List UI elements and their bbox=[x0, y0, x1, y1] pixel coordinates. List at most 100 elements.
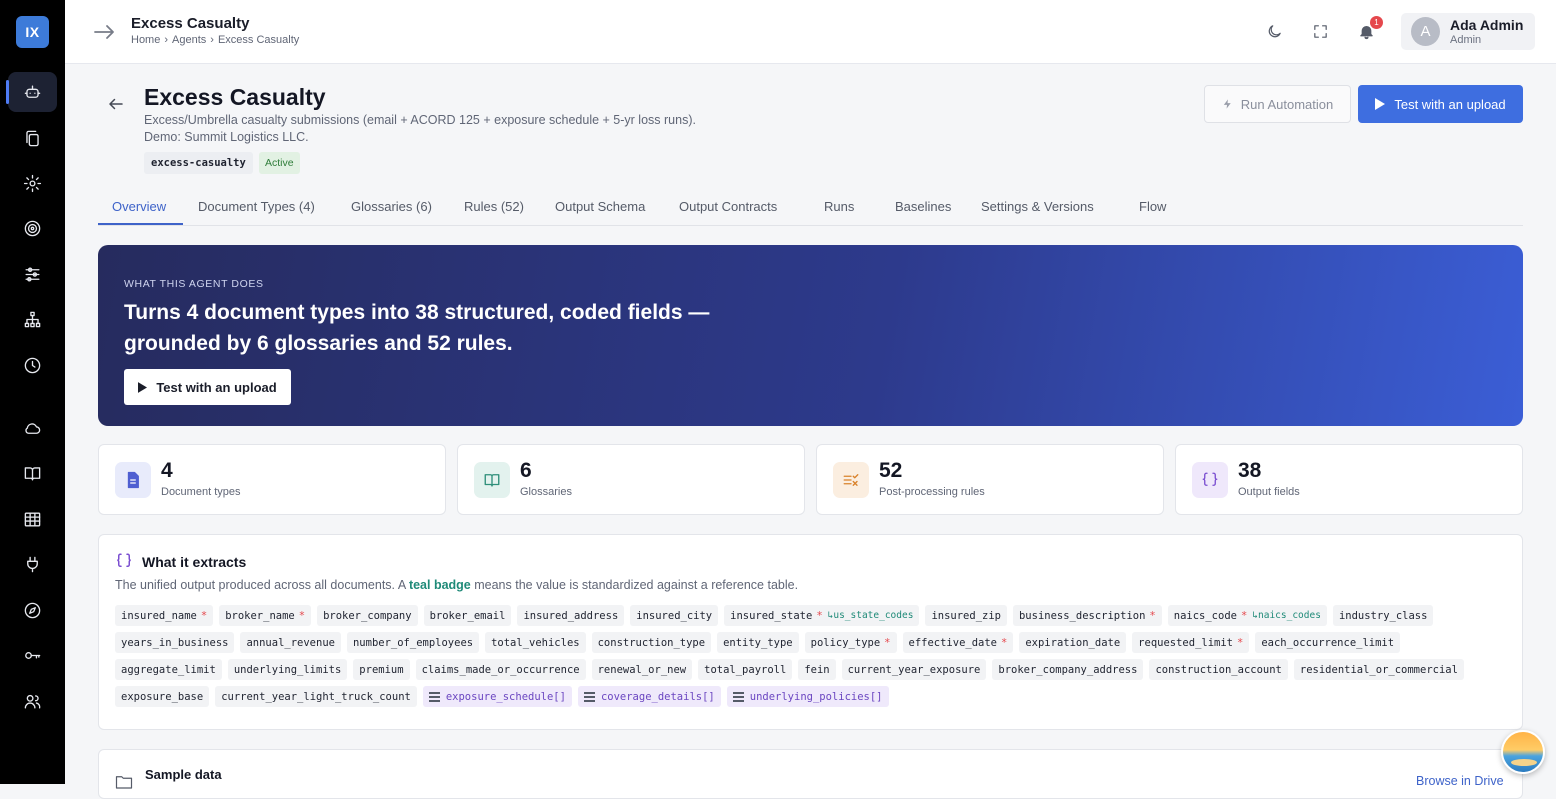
stat-card-rules[interactable]: 52 Post-processing rules bbox=[816, 444, 1164, 515]
tab-rules[interactable]: Rules (52) bbox=[464, 199, 524, 214]
field-name: broker_email bbox=[429, 609, 506, 622]
browse-in-drive-link[interactable]: Browse in Drive bbox=[1416, 774, 1504, 788]
field-chip: underlying_limits bbox=[227, 659, 348, 680]
field-chip: business_description * bbox=[1012, 605, 1162, 626]
topbar: Excess Casualty Home › Agents › Excess C… bbox=[65, 0, 1556, 64]
list-icon bbox=[428, 691, 440, 702]
breadcrumb-home[interactable]: Home bbox=[131, 34, 160, 46]
book-open-icon bbox=[484, 474, 500, 487]
tab-output-contracts[interactable]: Output Contracts bbox=[679, 199, 777, 214]
stat-card-document-types[interactable]: 4 Document types bbox=[98, 444, 446, 515]
hero-test-upload-button[interactable]: Test with an upload bbox=[124, 369, 291, 405]
clock-icon bbox=[24, 357, 41, 373]
notification-count-badge: 1 bbox=[1370, 16, 1383, 29]
output-field-list: insured_name * broker_name * broker_company b… bbox=[115, 605, 1510, 707]
theme-toggle-button[interactable] bbox=[1263, 20, 1285, 42]
stat-value: 38 bbox=[1238, 459, 1262, 482]
sidebar-item-integrations[interactable] bbox=[8, 544, 57, 584]
stat-icon-box bbox=[833, 462, 869, 498]
field-chip: insured_state * ↳us_state_codes bbox=[724, 605, 920, 626]
sidebar-item-users[interactable] bbox=[8, 681, 57, 721]
what-it-extracts-card: What it extracts The unified output prod… bbox=[98, 534, 1523, 730]
sliders-icon bbox=[25, 266, 40, 282]
breadcrumb: Home › Agents › Excess Casualty bbox=[131, 34, 299, 46]
user-menu[interactable]: A Ada Admin Admin bbox=[1401, 13, 1535, 50]
field-name: premium bbox=[359, 663, 404, 676]
required-marker: * bbox=[816, 609, 823, 622]
subtitle-text: The unified output produced across all d… bbox=[115, 578, 409, 592]
arrow-right-icon[interactable] bbox=[92, 20, 116, 44]
sidebar-item-filters[interactable] bbox=[8, 254, 57, 294]
folder-icon bbox=[115, 776, 133, 789]
sidebar-item-explore[interactable] bbox=[8, 590, 57, 630]
array-field-chip: coverage_details[] bbox=[577, 686, 721, 707]
tab-glossaries[interactable]: Glossaries (6) bbox=[351, 199, 432, 214]
test-upload-button[interactable]: Test with an upload bbox=[1358, 85, 1523, 123]
field-chip: broker_company bbox=[317, 605, 418, 626]
subtitle-text: means the value is standardized against … bbox=[470, 578, 799, 592]
stat-label: Glossaries bbox=[520, 486, 572, 498]
app-logo[interactable]: IX bbox=[16, 16, 49, 48]
field-name: requested_limit bbox=[1138, 636, 1233, 649]
field-name: total_vehicles bbox=[491, 636, 580, 649]
braces-icon bbox=[117, 553, 131, 567]
field-chip: insured_city bbox=[630, 605, 719, 626]
tab-settings-versions[interactable]: Settings & Versions bbox=[981, 199, 1094, 214]
tab-runs[interactable]: Runs bbox=[824, 199, 854, 214]
field-chip: exposure_base bbox=[115, 686, 210, 707]
reference-table-badge: ↳us_state_codes bbox=[827, 610, 914, 621]
field-chip: broker_company_address bbox=[992, 659, 1144, 680]
hierarchy-icon bbox=[24, 311, 41, 327]
sidebar-item-agents[interactable] bbox=[6, 72, 57, 112]
field-name: expiration_date bbox=[1025, 636, 1121, 649]
run-automation-button[interactable]: Run Automation bbox=[1204, 85, 1351, 123]
sample-data-title: Sample data bbox=[145, 767, 222, 782]
sidebar-item-history[interactable] bbox=[8, 345, 57, 385]
field-chip: current_year_light_truck_count bbox=[215, 686, 417, 707]
stat-value: 52 bbox=[879, 459, 903, 482]
back-arrow-icon[interactable] bbox=[107, 95, 125, 113]
field-name: coverage_details[] bbox=[600, 690, 715, 703]
field-chip: policy_type * bbox=[804, 632, 897, 653]
stat-card-glossaries[interactable]: 6 Glossaries bbox=[457, 444, 805, 515]
sidebar-item-keys[interactable] bbox=[8, 635, 57, 675]
stat-label: Document types bbox=[161, 486, 241, 498]
field-name: underlying_policies[] bbox=[749, 690, 883, 703]
sample-data-card: Sample data Browse in Drive bbox=[98, 749, 1523, 799]
fullscreen-button[interactable] bbox=[1309, 20, 1331, 42]
field-chip: broker_name * bbox=[219, 605, 312, 626]
array-field-chip: underlying_policies[] bbox=[726, 686, 889, 707]
field-name: annual_revenue bbox=[246, 636, 335, 649]
required-marker: * bbox=[1001, 636, 1008, 649]
field-name: claims_made_or_occurrence bbox=[421, 663, 580, 676]
tab-flow[interactable]: Flow bbox=[1139, 199, 1166, 214]
field-name: number_of_employees bbox=[352, 636, 474, 649]
sidebar-item-targets[interactable] bbox=[8, 208, 57, 248]
sidebar-item-hierarchy[interactable] bbox=[8, 299, 57, 339]
assistant-launcher-button[interactable] bbox=[1501, 730, 1545, 774]
field-chip: aggregate_limit bbox=[115, 659, 222, 680]
agent-description: Excess/Umbrella casualty submissions (em… bbox=[144, 113, 696, 127]
robot-icon bbox=[24, 84, 41, 98]
field-chip: number_of_employees bbox=[346, 632, 480, 653]
sidebar-item-documents[interactable] bbox=[8, 118, 57, 158]
tab-baselines[interactable]: Baselines bbox=[895, 199, 951, 214]
agent-demo-note: Demo: Summit Logistics LLC. bbox=[144, 130, 309, 144]
section-title: What it extracts bbox=[142, 554, 247, 570]
breadcrumb-agents[interactable]: Agents bbox=[172, 34, 206, 46]
field-chip: insured_address bbox=[517, 605, 625, 626]
sidebar-item-tables[interactable] bbox=[8, 499, 57, 539]
tab-document-types[interactable]: Document Types (4) bbox=[198, 199, 315, 214]
agent-summary-hero: WHAT THIS AGENT DOES Turns 4 document ty… bbox=[98, 245, 1523, 426]
sidebar-item-settings[interactable] bbox=[8, 163, 57, 203]
stat-card-output-fields[interactable]: 38 Output fields bbox=[1175, 444, 1523, 515]
hero-headline: Turns 4 document types into 38 structure… bbox=[124, 301, 710, 355]
field-name: industry_class bbox=[1338, 609, 1428, 622]
tab-overview[interactable]: Overview bbox=[112, 199, 166, 214]
sidebar-item-library[interactable] bbox=[8, 453, 57, 493]
field-name: insured_zip bbox=[931, 609, 1001, 622]
tab-output-schema[interactable]: Output Schema bbox=[555, 199, 645, 214]
sidebar-item-cloud[interactable] bbox=[8, 408, 57, 448]
field-chip: fein bbox=[798, 659, 836, 680]
plug-icon bbox=[27, 556, 38, 572]
